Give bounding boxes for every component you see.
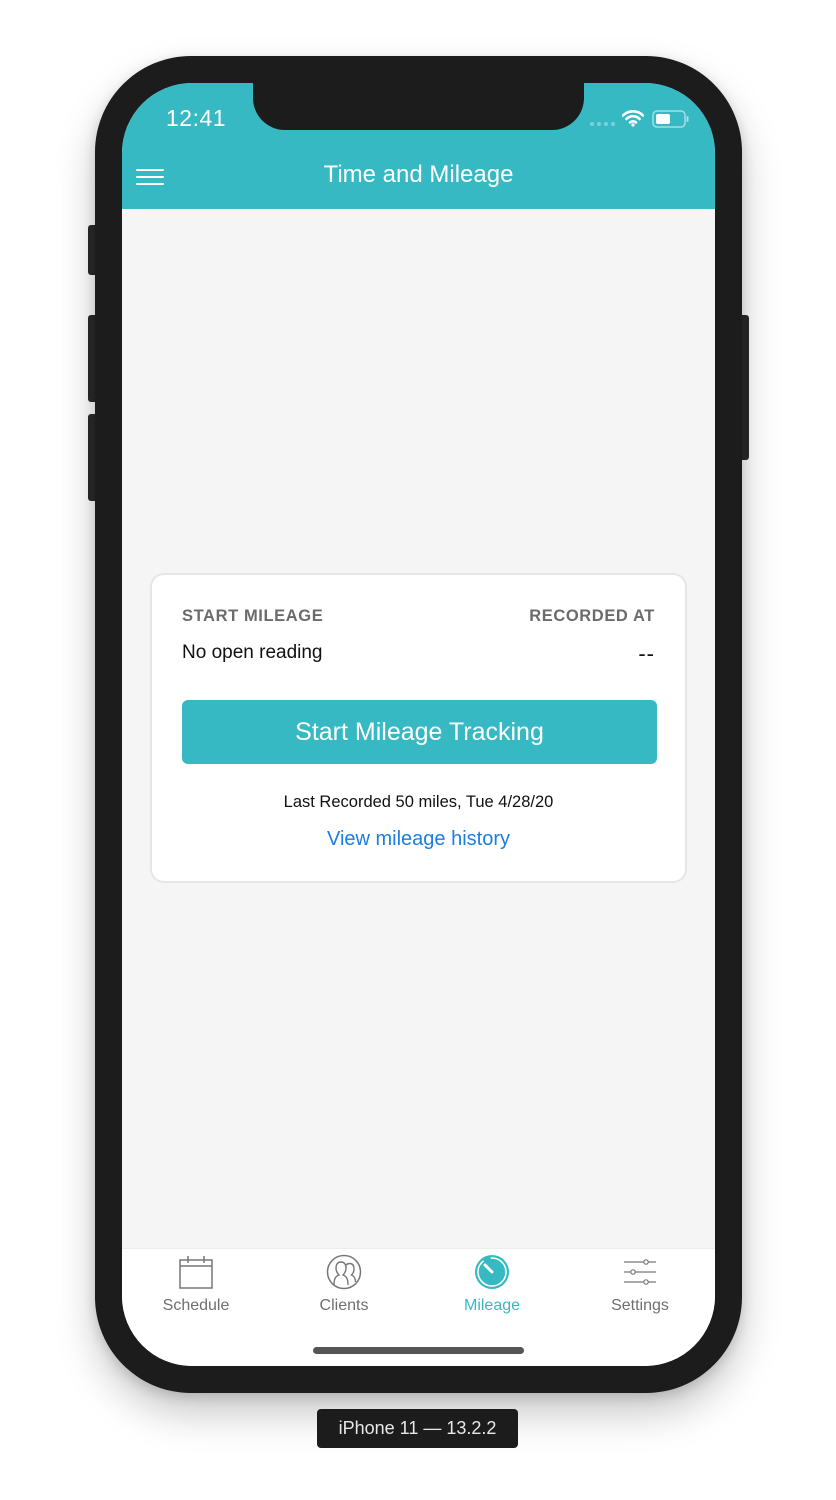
clients-icon [326, 1254, 362, 1290]
last-recorded-text: Last Recorded 50 miles, Tue 4/28/20 [283, 793, 554, 811]
tab-label: Mileage [463, 1297, 521, 1314]
tab-schedule[interactable]: Schedule [122, 1249, 270, 1329]
wifi-icon [622, 110, 644, 127]
app-screen: 12:41 Time and Mileage START MILEAGE REC… [122, 83, 715, 1366]
start-mileage-tracking-button[interactable]: Start Mileage Tracking [182, 700, 657, 764]
sliders-icon [624, 1259, 656, 1285]
start-mileage-label: START MILEAGE [182, 607, 324, 625]
app-header: 12:41 Time and Mileage [122, 83, 715, 209]
tab-label: Settings [611, 1297, 669, 1314]
tab-mileage[interactable]: Mileage [418, 1249, 566, 1329]
calendar-icon [179, 1256, 213, 1289]
tab-label: Schedule [162, 1297, 230, 1314]
battery-icon [652, 110, 689, 128]
page-title: Time and Mileage [323, 161, 514, 188]
device-notch [253, 83, 584, 130]
mileage-card: START MILEAGE RECORDED AT No open readin… [150, 573, 687, 883]
status-time: 12:41 [166, 105, 227, 131]
cellular-signal-icon [590, 122, 615, 126]
recorded-at-value: -- [638, 641, 655, 666]
tab-clients[interactable]: Clients [270, 1249, 418, 1329]
tab-label: Clients [319, 1297, 369, 1314]
recorded-at-label: RECORDED AT [529, 607, 655, 625]
stopwatch-icon [475, 1255, 509, 1289]
home-indicator[interactable] [313, 1347, 524, 1354]
tab-settings[interactable]: Settings [566, 1249, 714, 1329]
start-mileage-value: No open reading [182, 642, 323, 663]
view-mileage-history-link[interactable]: View mileage history [152, 828, 685, 851]
device-caption: iPhone 11 — 13.2.2 [317, 1409, 518, 1448]
